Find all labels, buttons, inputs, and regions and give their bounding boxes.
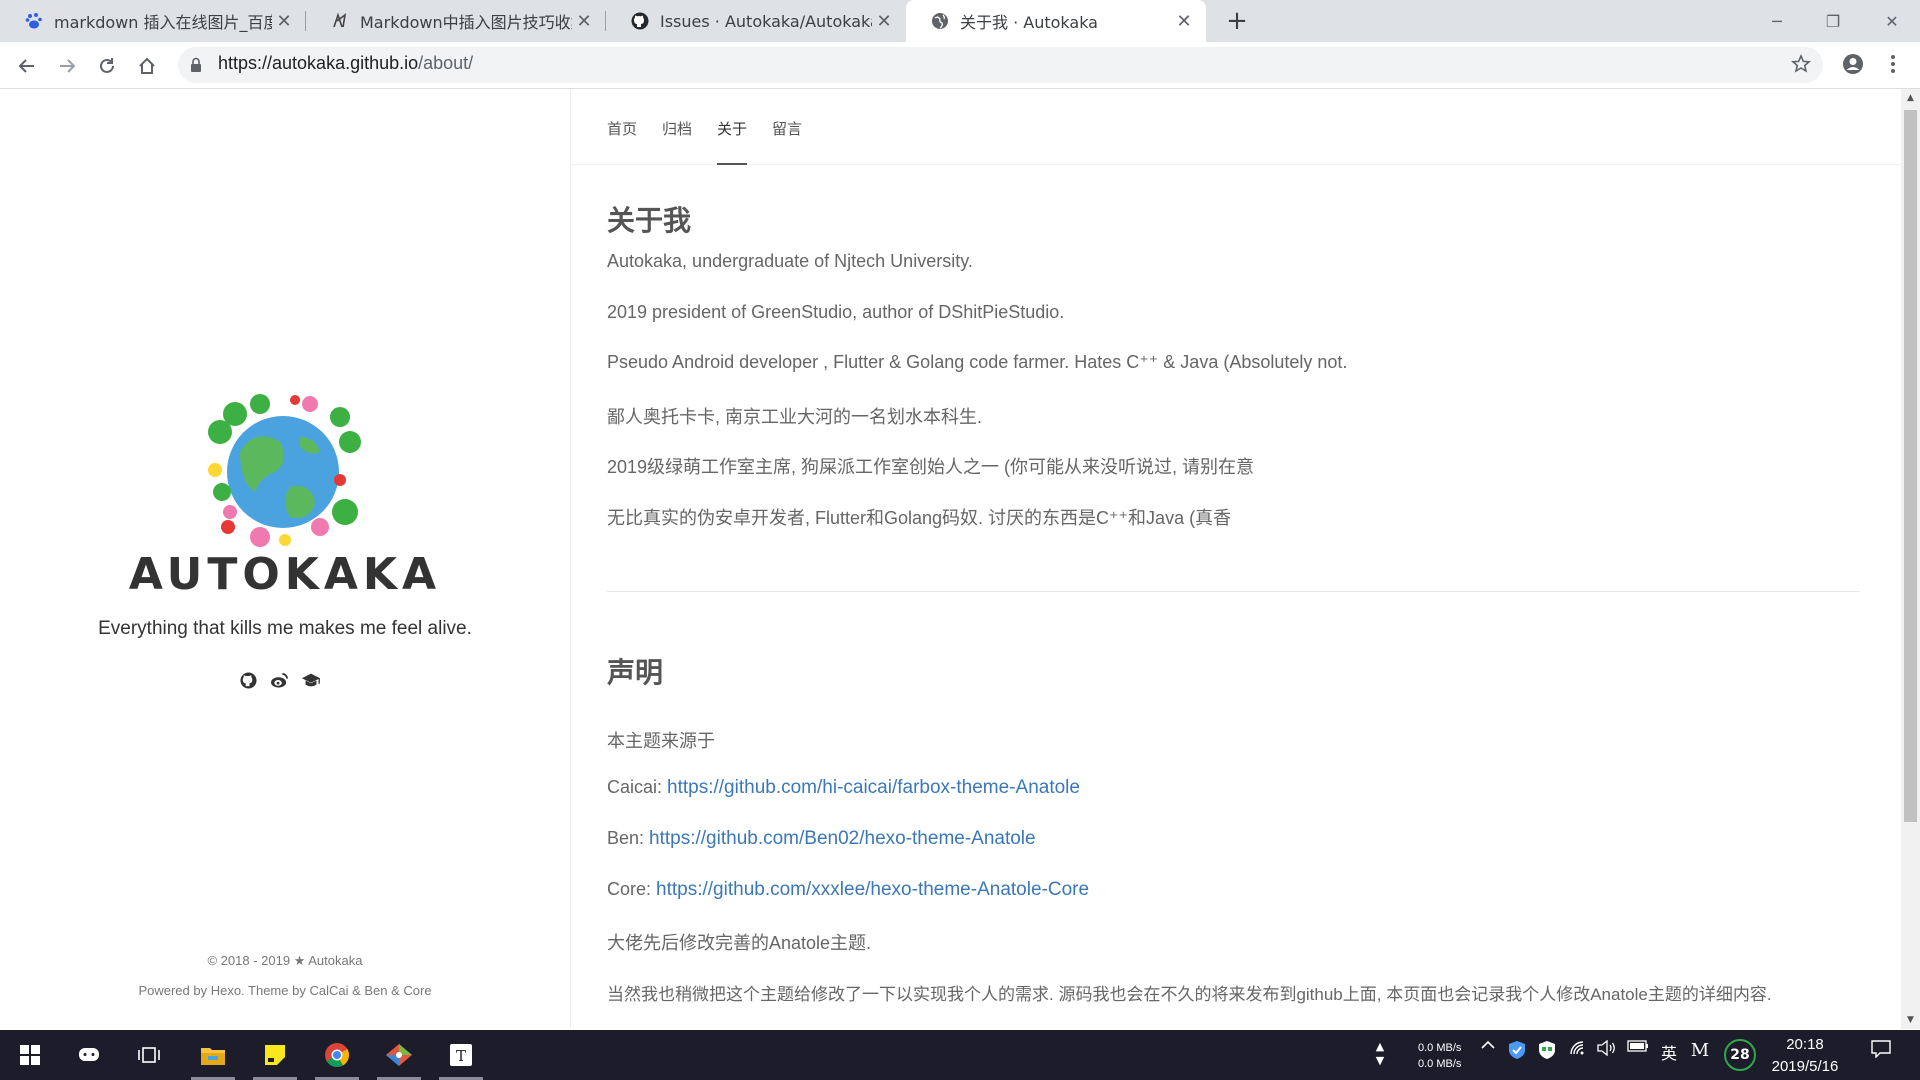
about-line: 无比真实的伪安卓开发者, Flutter和Golang码奴. 讨厌的东西是C⁺⁺…: [607, 508, 1232, 528]
tab-title: Markdown中插入图片技巧收集: [360, 13, 572, 32]
source-label: Core:: [607, 879, 657, 899]
site-title[interactable]: AUTOKAKA: [0, 549, 570, 600]
source-link-ben[interactable]: https://github.com/Ben02/hexo-theme-Anat…: [649, 828, 1036, 849]
notification-badge[interactable]: 28: [1724, 1039, 1756, 1071]
window-close-icon[interactable]: ✕: [1864, 0, 1920, 42]
input-language-indicator[interactable]: 英: [1658, 1040, 1680, 1064]
weibo-icon[interactable]: [269, 670, 289, 690]
profile-avatar-icon[interactable]: [1842, 53, 1864, 79]
action-center-icon[interactable]: [1866, 1040, 1896, 1058]
network-speed: 0.0 MB/s 0.0 MB/s: [1418, 1040, 1461, 1072]
url-path: /about/: [418, 53, 474, 73]
svg-text:T: T: [456, 1047, 466, 1065]
net-download: 0.0 MB/s: [1418, 1058, 1462, 1070]
about-line: 2019级绿萌工作室主席, 狗屎派工作室创始人之一 (你可能从来没听说过, 请别…: [607, 457, 1255, 477]
statement-heading: 声明: [607, 656, 664, 689]
source-line-ben: Ben: https://github.com/Ben02/hexo-theme…: [607, 828, 1036, 850]
typora-icon[interactable]: T: [439, 1035, 483, 1080]
forward-arrow-icon[interactable]: [51, 50, 83, 82]
nav-about[interactable]: 关于: [717, 118, 747, 139]
close-icon[interactable]: ✕: [1172, 11, 1196, 32]
statement-line: 当然我也稍微把这个主题给修改了一下以实现我个人的需求. 源码我也会在不久的将来发…: [607, 985, 1772, 1004]
clock-date: 2019/5/16: [1771, 1058, 1839, 1075]
statement-intro: 本主题来源于: [607, 731, 715, 751]
tab-title: markdown 插入在线图片_百度搜索: [54, 13, 272, 32]
chrome-icon[interactable]: [315, 1035, 359, 1080]
reload-icon[interactable]: [91, 50, 123, 82]
bookmark-icon: [330, 11, 350, 31]
about-line: Pseudo Android developer , Flutter & Gol…: [607, 352, 1348, 372]
nav-archive[interactable]: 归档: [662, 118, 692, 139]
home-icon[interactable]: [131, 50, 163, 82]
nav-guestbook[interactable]: 留言: [772, 118, 802, 139]
source-link-caicai[interactable]: https://github.com/hi-caicai/farbox-them…: [667, 777, 1080, 798]
nav-divider: [571, 164, 1901, 165]
tab-github-issues[interactable]: Issues · Autokaka/Autokaka.github.io ✕: [606, 0, 906, 42]
github-icon: [630, 11, 650, 31]
tab-title: 关于我 · Autokaka: [960, 13, 1098, 32]
tab-about-active[interactable]: 关于我 · Autokaka ✕: [906, 0, 1206, 42]
net-upload: 0.0 MB/s: [1418, 1042, 1462, 1054]
footer-copyright: © 2018 - 2019 ★ Autokaka: [207, 953, 363, 968]
close-icon[interactable]: ✕: [872, 11, 896, 32]
network-arrows-icon[interactable]: ▲ ▼: [1370, 1040, 1390, 1068]
back-arrow-icon[interactable]: [11, 50, 43, 82]
section-divider: [607, 591, 1860, 592]
about-line: 2019 president of GreenStudio, author of…: [607, 302, 1065, 322]
system-clock[interactable]: 20:18 2019/5/16: [1760, 1034, 1850, 1078]
minimize-icon[interactable]: ─: [1749, 0, 1805, 42]
source-label: Caicai:: [607, 777, 668, 797]
baidu-paw-icon: [24, 11, 44, 31]
lock-icon[interactable]: [190, 57, 202, 77]
tab-baidu-search[interactable]: markdown 插入在线图片_百度搜索 ✕: [0, 0, 306, 42]
scroll-up-arrow-icon[interactable]: ▲: [1901, 89, 1920, 107]
close-icon[interactable]: ✕: [272, 11, 296, 32]
source-label: Ben:: [607, 828, 650, 848]
source-line-caicai: Caicai: https://github.com/hi-caicai/far…: [607, 777, 1080, 799]
source-line-core: Core: https://github.com/xxxlee/hexo-the…: [607, 879, 1089, 901]
about-heading: 关于我: [607, 204, 692, 237]
shield-icon[interactable]: [1506, 1040, 1528, 1060]
git-icon[interactable]: [377, 1035, 421, 1080]
battery-icon[interactable]: [1626, 1040, 1650, 1052]
about-line: 鄙人奥托卡卡, 南京工业大河的一名划水本科生.: [607, 407, 983, 427]
sticky-notes-icon[interactable]: [253, 1035, 297, 1080]
task-view-icon[interactable]: [127, 1035, 171, 1075]
chevron-up-icon[interactable]: [1478, 1040, 1498, 1050]
cortana-icon[interactable]: [67, 1035, 111, 1075]
scroll-down-arrow-icon[interactable]: ▼: [1901, 1011, 1920, 1029]
wifi-icon[interactable]: [1568, 1040, 1590, 1056]
statement-line: 大佬先后修改完善的Anatole主题.: [607, 933, 872, 953]
new-tab-button[interactable]: +: [1222, 6, 1252, 36]
windows-start-icon[interactable]: [8, 1035, 52, 1075]
url-host: https://autokaka.github.io: [218, 53, 419, 73]
graduation-cap-icon[interactable]: [301, 670, 321, 690]
nav-active-indicator: [717, 163, 747, 165]
menu-dots-icon[interactable]: [1890, 53, 1898, 79]
tab-title: Issues · Autokaka/Autokaka.github.io: [660, 11, 872, 31]
star-bookmark-icon[interactable]: [1791, 54, 1811, 78]
security-shield-icon[interactable]: [1536, 1040, 1558, 1060]
tab-markdown-tips[interactable]: Markdown中插入图片技巧收集 ✕: [306, 0, 606, 42]
volume-icon[interactable]: [1596, 1040, 1618, 1056]
source-link-core[interactable]: https://github.com/xxxlee/hexo-theme-Ana…: [656, 879, 1089, 900]
scrollbar-thumb[interactable]: [1904, 110, 1917, 822]
avatar-earth-logo[interactable]: [200, 392, 366, 550]
about-line: Autokaka, undergraduate of Njtech Univer…: [607, 251, 973, 271]
m-app-icon[interactable]: M: [1688, 1040, 1712, 1061]
nav-home[interactable]: 首页: [607, 118, 637, 139]
globe-icon: [930, 11, 950, 31]
clock-time: 20:18: [1786, 1036, 1824, 1053]
url-text[interactable]: https://autokaka.github.io/about/: [218, 53, 473, 74]
close-icon[interactable]: ✕: [572, 11, 596, 32]
restore-icon[interactable]: ❐: [1805, 0, 1861, 42]
file-explorer-icon[interactable]: [191, 1035, 235, 1080]
site-motto: Everything that kills me makes me feel a…: [98, 618, 472, 639]
github-icon[interactable]: [238, 670, 258, 690]
footer-powered-by[interactable]: Powered by Hexo. Theme by CalCai & Ben &…: [0, 983, 570, 998]
